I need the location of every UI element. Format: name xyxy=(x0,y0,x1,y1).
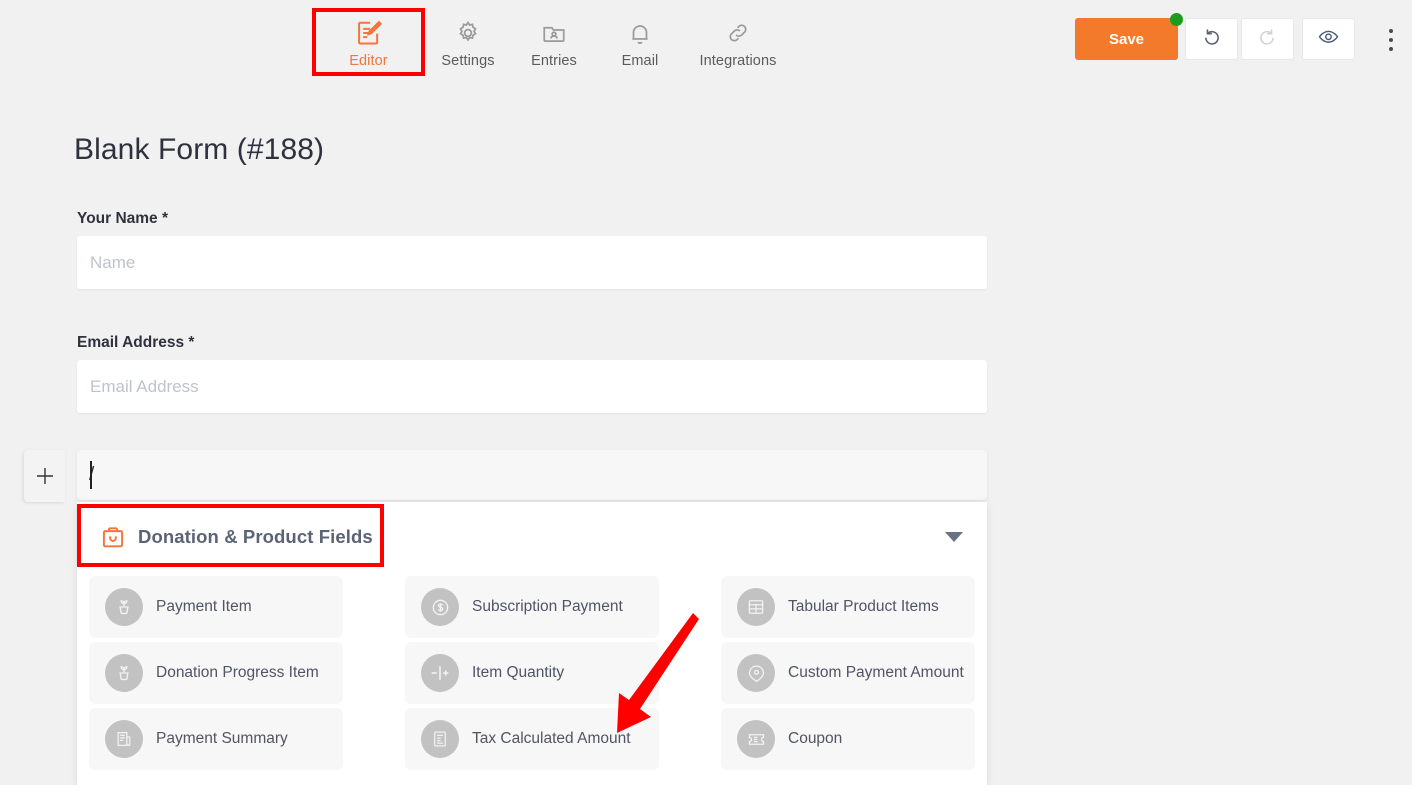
top-bar: Editor Settings Entries xyxy=(0,0,1412,80)
field-option-payment-summary[interactable]: Payment Summary xyxy=(89,708,343,770)
category-donation-product-fields[interactable]: Donation & Product Fields xyxy=(77,502,987,572)
link-chain-icon xyxy=(725,17,751,48)
ticket-icon xyxy=(737,720,775,758)
email-address-input[interactable] xyxy=(77,360,987,413)
more-options-button[interactable] xyxy=(1381,26,1401,54)
tab-editor-label: Editor xyxy=(349,53,387,69)
field-option-tax-calculated-amount[interactable]: Tax Calculated Amount xyxy=(405,708,659,770)
redo-button[interactable] xyxy=(1241,18,1294,60)
field-search-input[interactable] xyxy=(77,450,987,500)
field-type-dropdown: Donation & Product Fields Payment Item xyxy=(77,502,987,785)
field-label-email-address: Email Address * xyxy=(77,334,987,352)
entries-card-icon xyxy=(541,17,567,48)
field-option-item-quantity[interactable]: Item Quantity xyxy=(405,642,659,704)
field-option-coupon[interactable]: Coupon xyxy=(721,708,975,770)
kebab-dot xyxy=(1389,29,1393,33)
page-title: Blank Form (#188) xyxy=(74,133,324,167)
tab-email[interactable]: Email xyxy=(597,8,683,76)
category-title: Donation & Product Fields xyxy=(138,526,373,548)
save-button[interactable]: Save xyxy=(1075,18,1178,60)
field-option-subscription-payment[interactable]: Subscription Payment xyxy=(405,576,659,638)
undo-button[interactable] xyxy=(1185,18,1238,60)
dollar-circle-icon xyxy=(421,588,459,626)
minus-plus-icon xyxy=(421,654,459,692)
tab-settings[interactable]: Settings xyxy=(425,8,511,76)
field-option-label: Payment Item xyxy=(156,598,252,616)
preview-button[interactable] xyxy=(1302,18,1355,60)
your-name-input[interactable] xyxy=(77,236,987,289)
field-label-your-name: Your Name * xyxy=(77,210,987,228)
table-grid-icon xyxy=(737,588,775,626)
shopping-bag-icon xyxy=(100,524,126,550)
plant-pot-icon xyxy=(105,588,143,626)
form-field-your-name: Your Name * xyxy=(77,210,987,289)
eye-icon xyxy=(1317,25,1340,53)
gear-icon xyxy=(455,17,481,48)
field-option-label: Item Quantity xyxy=(472,664,564,682)
tab-entries[interactable]: Entries xyxy=(511,8,597,76)
tab-entries-label: Entries xyxy=(531,53,577,69)
bell-icon xyxy=(627,17,653,48)
field-type-grid: Payment Item Subscription Payment Tabula… xyxy=(77,572,987,770)
plant-pot-icon xyxy=(105,654,143,692)
tab-editor[interactable]: Editor xyxy=(312,8,425,76)
text-caret xyxy=(90,461,92,489)
field-option-custom-payment-amount[interactable]: Custom Payment Amount xyxy=(721,642,975,704)
form-field-email-address: Email Address * xyxy=(77,334,987,413)
field-option-payment-item[interactable]: Payment Item xyxy=(89,576,343,638)
field-option-label: Coupon xyxy=(788,730,842,748)
kebab-dot xyxy=(1389,38,1393,42)
field-option-label: Tax Calculated Amount xyxy=(472,730,631,748)
tab-email-label: Email xyxy=(622,53,659,69)
tab-integrations[interactable]: Integrations xyxy=(683,8,793,76)
receipt-list-icon xyxy=(105,720,143,758)
field-option-label: Payment Summary xyxy=(156,730,288,748)
field-option-label: Tabular Product Items xyxy=(788,598,939,616)
document-lines-icon xyxy=(421,720,459,758)
redo-arrow-icon xyxy=(1257,26,1278,52)
field-option-donation-progress-item[interactable]: Donation Progress Item xyxy=(89,642,343,704)
tab-integrations-label: Integrations xyxy=(700,53,777,69)
field-option-tabular-product-items[interactable]: Tabular Product Items xyxy=(721,576,975,638)
tab-settings-label: Settings xyxy=(441,53,494,69)
field-search-box[interactable] xyxy=(77,450,987,500)
undo-arrow-icon xyxy=(1201,26,1222,52)
field-option-label: Subscription Payment xyxy=(472,598,623,616)
field-option-label: Custom Payment Amount xyxy=(788,664,964,682)
plus-icon xyxy=(33,464,57,488)
field-option-label: Donation Progress Item xyxy=(156,664,319,682)
unsaved-changes-indicator xyxy=(1170,13,1183,26)
kebab-dot xyxy=(1389,47,1393,51)
editor-pencil-icon xyxy=(355,17,383,48)
person-pin-icon xyxy=(737,654,775,692)
add-field-button[interactable] xyxy=(24,450,65,502)
chevron-down-icon[interactable] xyxy=(945,532,963,542)
primary-nav: Editor Settings Entries xyxy=(312,8,793,76)
